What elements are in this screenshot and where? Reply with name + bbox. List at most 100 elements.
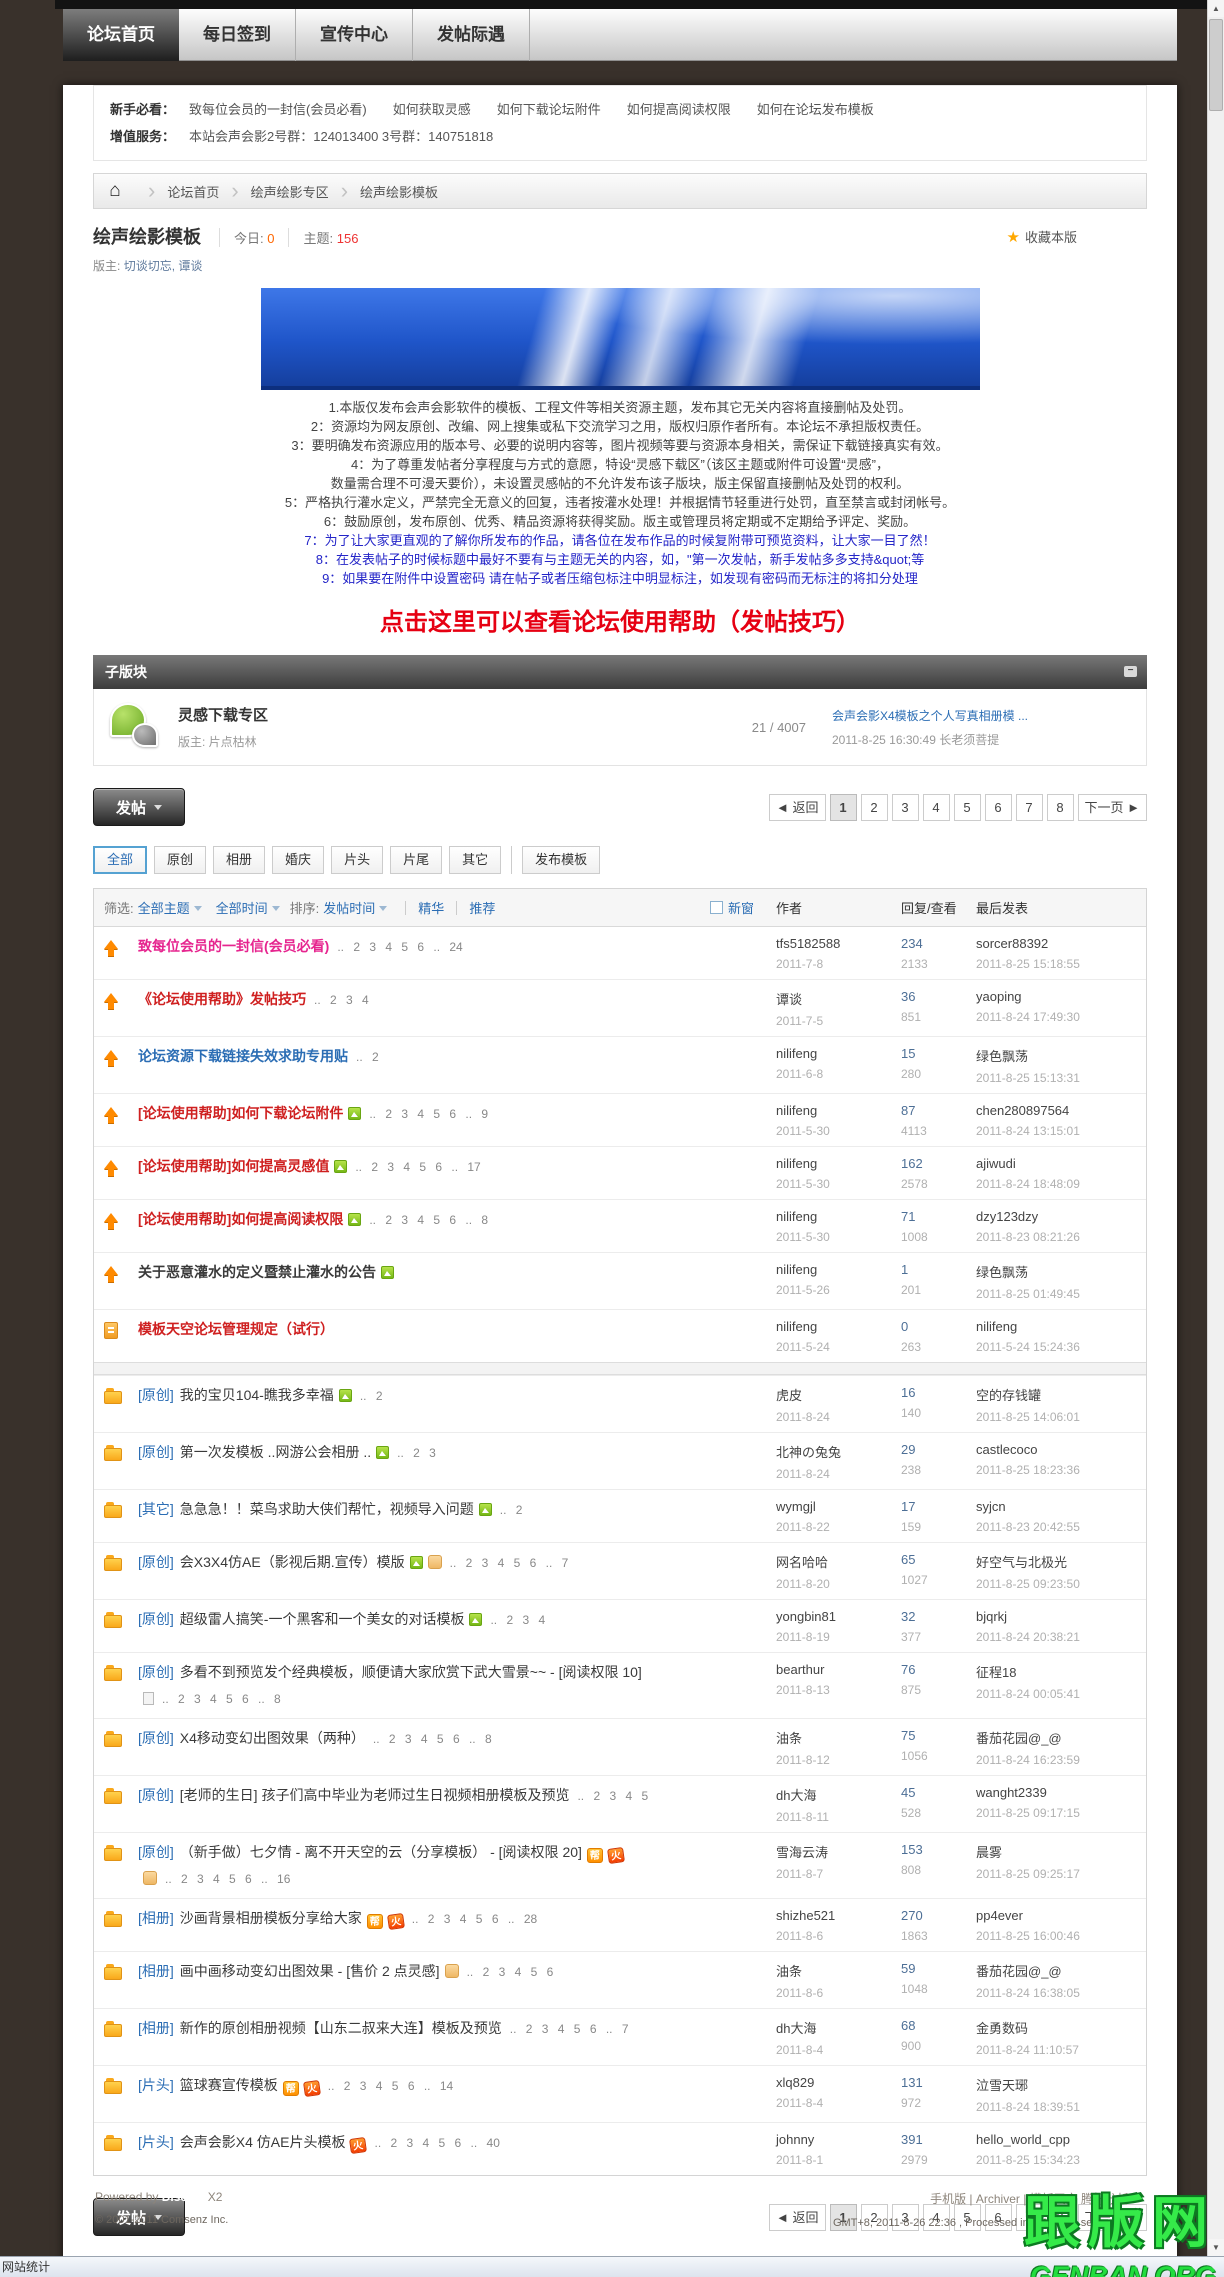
thread-title-link[interactable]: 模板天空论坛管理规定（试行） <box>138 1321 334 1337</box>
thread-category-tag[interactable]: [原创] <box>138 1787 174 1803</box>
thread-page-links[interactable]: .. 2 3 4 5 6 .. 16 <box>165 1872 290 1886</box>
thread-title-link[interactable]: 新作的原创相册视频【山东二叔来大连】模板及预览 <box>180 2020 502 2036</box>
lastpost-author-link[interactable]: yaoping <box>976 989 1136 1004</box>
thread-page-links[interactable]: .. 2 3 4 5 6 <box>467 1965 554 1979</box>
scroll-up-arrow[interactable]: ▲ <box>1208 0 1224 17</box>
lastpost-author-link[interactable]: chen280897564 <box>976 1103 1136 1118</box>
thread-category-tag[interactable]: [其它] <box>138 1501 174 1517</box>
lastpost-author-link[interactable]: dzy123dzy <box>976 1209 1136 1224</box>
thread-category-tag[interactable]: [相册] <box>138 1963 174 1979</box>
new-window-checkbox[interactable] <box>709 901 723 914</box>
thread-title-link[interactable]: 我的宝贝104-瞧我多幸福 <box>180 1387 334 1403</box>
thread-category-tag[interactable]: [相册] <box>138 2020 174 2036</box>
thread-page-links[interactable]: .. 2 <box>356 1050 379 1064</box>
thread-category-tag[interactable]: [原创] <box>138 1387 174 1403</box>
lastpost-author-link[interactable]: 征程18 <box>976 1662 1136 1681</box>
thread-title-link[interactable]: 篮球赛宣传模板 <box>180 2077 278 2093</box>
thread-title-link[interactable]: 会X3X4仿AE（影视后期.宣传）模版 <box>180 1554 405 1570</box>
moderator-links[interactable]: 切谈切忘, 谭谈 <box>124 259 203 273</box>
notice-link[interactable]: 如何在论坛发布模板 <box>757 102 874 117</box>
notice-link[interactable]: 如何获取灵感 <box>393 102 471 117</box>
thread-page-links[interactable]: .. 2 3 4 5 <box>577 1789 648 1803</box>
author-link[interactable]: nilifeng <box>776 1319 901 1334</box>
nav-tab-宣传中心[interactable]: 宣传中心 <box>296 9 413 61</box>
lastpost-author-link[interactable]: 空的存钱罐 <box>976 1385 1136 1404</box>
author-link[interactable]: nilifeng <box>776 1209 901 1224</box>
pager-back-button[interactable]: ◄ 返回 <box>769 793 826 821</box>
lastpost-author-link[interactable]: pp4ever <box>976 1908 1136 1923</box>
lastpost-link[interactable]: 会声会影X4模板之个人写真相册模 ... <box>832 709 1028 723</box>
lastpost-author-link[interactable]: bjqrkj <box>976 1609 1136 1624</box>
thread-title-link[interactable]: 《论坛使用帮助》发帖技巧 <box>138 991 306 1007</box>
thread-category-tag[interactable]: [相册] <box>138 1910 174 1926</box>
thread-title-link[interactable]: [论坛使用帮助]如何下载论坛附件 <box>138 1105 343 1121</box>
breadcrumb-item-1[interactable]: 论坛首页 <box>167 182 219 201</box>
author-link[interactable]: 虎皮 <box>776 1385 901 1404</box>
thread-page-links[interactable]: .. 2 <box>360 1389 383 1403</box>
thread-page-links[interactable]: .. 2 3 4 5 6 .. 24 <box>337 940 462 954</box>
thread-category-tag[interactable]: [片头] <box>138 2134 174 2150</box>
thread-category-tag[interactable]: [原创] <box>138 1730 174 1746</box>
filter-tab-全部[interactable]: 全部 <box>93 846 148 874</box>
thread-title-link[interactable]: 会声会影X4 仿AE片头模板 <box>180 2134 346 2150</box>
thread-page-links[interactable]: .. 2 3 4 5 6 .. 28 <box>412 1912 537 1926</box>
author-link[interactable]: xlq829 <box>776 2075 901 2090</box>
lastpost-author-link[interactable]: sorcer88392 <box>976 936 1136 951</box>
favorite-board-button[interactable]: ★ 收藏本版 <box>1007 227 1077 246</box>
nav-tab-论坛首页[interactable]: 论坛首页 <box>63 9 179 61</box>
thread-page-links[interactable]: .. 2 3 4 5 6 .. 14 <box>328 2079 453 2093</box>
thread-page-links[interactable]: .. 2 <box>500 1503 523 1517</box>
thread-title-link[interactable]: 多看不到预览发个经典模板，顺便请大家欣赏下武大雪景~~ - [阅读权限 10] <box>180 1664 642 1680</box>
scrollbar-thumb[interactable] <box>1209 19 1223 111</box>
home-icon[interactable]: ⌂ <box>94 180 136 202</box>
filter-tab-婚庆[interactable]: 婚庆 <box>272 846 325 874</box>
author-link[interactable]: dh大海 <box>776 2018 901 2037</box>
lastpost-author-link[interactable]: 番茄花园@_@ <box>976 1961 1136 1980</box>
filter-all-time[interactable]: 全部时间 <box>216 898 268 917</box>
nav-tab-每日签到[interactable]: 每日签到 <box>179 9 296 61</box>
thread-title-link[interactable]: 致每位会员的一封信(会员必看) <box>138 938 329 954</box>
author-link[interactable]: nilifeng <box>776 1262 901 1277</box>
new-post-button[interactable]: 发帖 <box>93 788 185 826</box>
filter-tab-其它[interactable]: 其它 <box>449 846 502 874</box>
thread-page-links[interactable]: .. 2 3 4 5 6 .. 7 <box>510 2022 629 2036</box>
thread-category-tag[interactable]: [原创] <box>138 1444 174 1460</box>
filter-tab-片尾[interactable]: 片尾 <box>390 846 443 874</box>
thread-title-link[interactable]: [论坛使用帮助]如何提高阅读权限 <box>138 1211 343 1227</box>
pager-page-6[interactable]: 6 <box>984 793 1012 821</box>
pager-page-8[interactable]: 8 <box>1046 793 1074 821</box>
subforum-link[interactable]: 灵感下载专区 <box>178 707 268 724</box>
notice-link[interactable]: 如何提高阅读权限 <box>627 102 731 117</box>
breadcrumb-item-2[interactable]: 绘声绘影专区 <box>251 182 329 201</box>
breadcrumb-item-3[interactable]: 绘声绘影模板 <box>360 182 438 201</box>
lastpost-author-link[interactable]: castlecoco <box>976 1442 1136 1457</box>
thread-title-link[interactable]: 论坛资源下载链接失效求助专用贴 <box>138 1048 348 1064</box>
author-link[interactable]: 北神の兔兔 <box>776 1442 901 1461</box>
pager-next-button[interactable]: 下一页 ► <box>1077 793 1147 821</box>
pager-page-4[interactable]: 4 <box>922 793 950 821</box>
thread-title-link[interactable]: 第一次发模板 ..网游公会相册 .. <box>180 1444 371 1460</box>
collapse-icon[interactable]: − <box>1124 666 1137 677</box>
thread-category-tag[interactable]: [片头] <box>138 2077 174 2093</box>
thread-page-links[interactable]: .. 2 3 4 5 6 .. 8 <box>369 1213 488 1227</box>
thread-page-links[interactable]: .. 2 3 4 5 6 .. 17 <box>355 1160 480 1174</box>
lastpost-author-link[interactable]: nilifeng <box>976 1319 1136 1334</box>
author-link[interactable]: yongbin81 <box>776 1609 901 1624</box>
thread-title-link[interactable]: （新手做）七夕情 - 离不开天空的云（分享模板） - [阅读权限 20] <box>180 1844 582 1860</box>
nav-tab-发帖际遇[interactable]: 发帖际遇 <box>413 9 530 61</box>
thread-title-link[interactable]: X4移动变幻出图效果（两种） <box>180 1730 365 1746</box>
author-link[interactable]: bearthur <box>776 1662 901 1677</box>
thread-title-link[interactable]: 沙画背景相册模板分享给大家 <box>180 1910 362 1926</box>
filter-tab-发布模板[interactable]: 发布模板 <box>522 846 601 874</box>
author-link[interactable]: 油条 <box>776 1961 901 1980</box>
pager-page-2[interactable]: 2 <box>860 793 888 821</box>
author-link[interactable]: johnny <box>776 2132 901 2147</box>
thread-title-link[interactable]: 关于恶意灌水的定义暨禁止灌水的公告 <box>138 1264 376 1280</box>
author-link[interactable]: nilifeng <box>776 1156 901 1171</box>
author-link[interactable]: nilifeng <box>776 1046 901 1061</box>
thread-category-tag[interactable]: [原创] <box>138 1611 174 1627</box>
lastpost-author-link[interactable]: 好空气与北极光 <box>976 1552 1136 1571</box>
thread-title-link[interactable]: 超级雷人搞笑-一个黑客和一个美女的对话模板 <box>180 1611 465 1627</box>
lastpost-author-link[interactable]: wanght2339 <box>976 1785 1136 1800</box>
lastpost-author-link[interactable]: 金勇数码 <box>976 2018 1136 2037</box>
